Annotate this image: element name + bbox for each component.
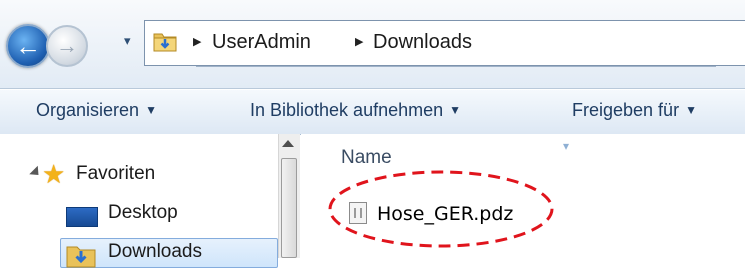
folder-icon — [153, 33, 177, 52]
organize-button[interactable]: Organisieren ▼ — [36, 100, 157, 121]
breadcrumb-useradmin[interactable]: UserAdmin — [212, 31, 311, 54]
file-row[interactable]: Hose_GER.pdz — [349, 200, 579, 230]
expand-triangle-icon[interactable] — [29, 165, 43, 180]
favorites-label: Favoriten — [76, 163, 156, 184]
include-in-library-button[interactable]: In Bibliothek aufnehmen ▼ — [250, 100, 461, 121]
share-with-label: Freigeben für — [572, 100, 680, 120]
command-toolbar: Organisieren ▼ In Bibliothek aufnehmen ▼ F… — [0, 89, 745, 135]
nav-pane-scrollbar[interactable] — [278, 134, 300, 258]
breadcrumb-separator-icon[interactable]: ▶ — [193, 35, 201, 48]
address-area: ← → ▾ ▶ UserAdmin ▶ Downloads — [0, 0, 745, 89]
address-bar[interactable]: ▶ UserAdmin ▶ Downloads — [144, 20, 745, 66]
forward-arrow-icon: → — [56, 33, 78, 58]
desktop-icon — [66, 207, 98, 227]
scroll-up-arrow-icon[interactable] — [282, 140, 294, 147]
address-divider — [196, 66, 716, 67]
dropdown-caret-icon: ▼ — [685, 103, 697, 117]
breadcrumb-separator-icon[interactable]: ▶ — [355, 35, 363, 48]
nav-item-downloads-label: Downloads — [108, 241, 202, 262]
nav-item-desktop-label: Desktop — [108, 202, 178, 223]
downloads-folder-icon — [66, 246, 96, 268]
history-dropdown-icon[interactable]: ▾ — [124, 33, 131, 49]
back-arrow-icon: ← — [15, 31, 41, 61]
back-button[interactable]: ← — [6, 24, 50, 68]
nav-item-downloads[interactable]: Downloads — [0, 238, 278, 268]
dropdown-caret-icon: ▼ — [449, 103, 462, 117]
share-with-button[interactable]: Freigeben für ▼ — [572, 100, 697, 121]
file-list-pane: Name ▾ Hose_GER.pdz — [301, 134, 745, 258]
scroll-thumb[interactable] — [281, 158, 297, 258]
sort-indicator-icon: ▾ — [563, 139, 570, 153]
column-header-name[interactable]: Name — [341, 147, 392, 169]
nav-item-desktop[interactable]: Desktop — [0, 199, 278, 229]
dropdown-caret-icon: ▼ — [145, 103, 157, 117]
file-name: Hose_GER.pdz — [377, 203, 514, 225]
star-icon: ★ — [42, 159, 66, 189]
navigation-pane: ★ Favoriten Desktop Downloads — [0, 134, 278, 268]
include-in-library-label: In Bibliothek aufnehmen — [250, 100, 444, 120]
organize-label: Organisieren — [36, 100, 140, 120]
generic-file-icon — [349, 202, 367, 224]
forward-button[interactable]: → — [46, 25, 88, 67]
breadcrumb-downloads[interactable]: Downloads — [373, 31, 472, 54]
favorites-group[interactable]: ★ Favoriten — [0, 160, 278, 190]
